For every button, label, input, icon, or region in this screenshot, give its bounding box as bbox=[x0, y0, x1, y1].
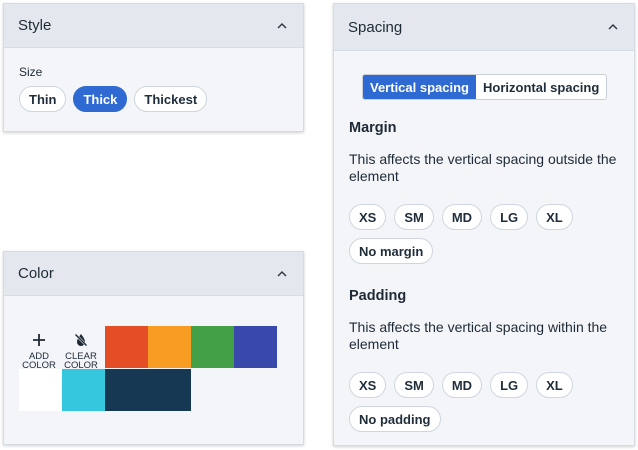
no-padding-button[interactable]: No padding bbox=[349, 406, 441, 432]
padding-sm-button[interactable]: SM bbox=[394, 372, 434, 398]
swatch-navy[interactable] bbox=[105, 369, 148, 411]
swatch-white[interactable] bbox=[19, 369, 62, 411]
chevron-up-icon[interactable] bbox=[275, 19, 289, 33]
size-thick-button[interactable]: Thick bbox=[73, 86, 128, 112]
swatch-orange[interactable] bbox=[148, 326, 191, 368]
no-fill-icon bbox=[73, 330, 89, 350]
padding-md-button[interactable]: MD bbox=[441, 372, 483, 398]
padding-description: This affects the vertical spacing within… bbox=[349, 319, 608, 352]
margin-options: XS SM MD LG XL bbox=[349, 204, 573, 230]
margin-description: This affects the vertical spacing outsid… bbox=[349, 151, 617, 184]
padding-xs-button[interactable]: XS bbox=[349, 372, 387, 398]
swatch-green[interactable] bbox=[191, 326, 234, 368]
color-panel: Color ADD COLOR CLEAR COLOR bbox=[3, 251, 304, 445]
size-options: Thin Thick Thickest bbox=[19, 86, 208, 112]
tab-horizontal-spacing[interactable]: Horizontal spacing bbox=[476, 75, 606, 99]
spacing-panel-header[interactable]: Spacing bbox=[334, 4, 634, 51]
style-panel: Style Size Thin Thick Thickest bbox=[3, 3, 304, 132]
plus-icon bbox=[32, 330, 46, 350]
margin-md-button[interactable]: MD bbox=[441, 204, 483, 230]
color-panel-header[interactable]: Color bbox=[4, 252, 303, 296]
swatch-indigo[interactable] bbox=[234, 326, 277, 368]
size-thickest-button[interactable]: Thickest bbox=[134, 86, 208, 112]
margin-xs-button[interactable]: XS bbox=[349, 204, 387, 230]
padding-xl-button[interactable]: XL bbox=[536, 372, 573, 398]
margin-none-row: No margin bbox=[349, 238, 434, 264]
size-thin-button[interactable]: Thin bbox=[19, 86, 67, 112]
swatch-navy-2[interactable] bbox=[148, 369, 191, 411]
margin-title: Margin bbox=[349, 120, 397, 136]
add-color-button[interactable]: ADD COLOR bbox=[19, 328, 59, 370]
swatch-cyan[interactable] bbox=[62, 369, 105, 411]
tab-vertical-spacing[interactable]: Vertical spacing bbox=[363, 75, 476, 99]
padding-title: Padding bbox=[349, 288, 407, 304]
margin-sm-button[interactable]: SM bbox=[394, 204, 434, 230]
spacing-panel: Spacing Vertical spacing Horizontal spac… bbox=[333, 3, 635, 446]
color-panel-title: Color bbox=[18, 265, 54, 282]
spacing-panel-title: Spacing bbox=[348, 18, 403, 36]
chevron-up-icon[interactable] bbox=[275, 267, 289, 281]
size-label: Size bbox=[19, 65, 43, 79]
padding-lg-button[interactable]: LG bbox=[490, 372, 529, 398]
no-margin-button[interactable]: No margin bbox=[349, 238, 434, 264]
margin-xl-button[interactable]: XL bbox=[536, 204, 573, 230]
spacing-direction-tabs: Vertical spacing Horizontal spacing bbox=[362, 74, 608, 100]
swatch-red[interactable] bbox=[105, 326, 148, 368]
style-panel-header[interactable]: Style bbox=[4, 4, 303, 48]
padding-options: XS SM MD LG XL bbox=[349, 372, 573, 398]
clear-color-button[interactable]: CLEAR COLOR bbox=[61, 328, 101, 370]
style-panel-title: Style bbox=[18, 17, 52, 34]
chevron-up-icon[interactable] bbox=[606, 20, 620, 34]
padding-none-row: No padding bbox=[349, 406, 441, 432]
margin-lg-button[interactable]: LG bbox=[490, 204, 529, 230]
